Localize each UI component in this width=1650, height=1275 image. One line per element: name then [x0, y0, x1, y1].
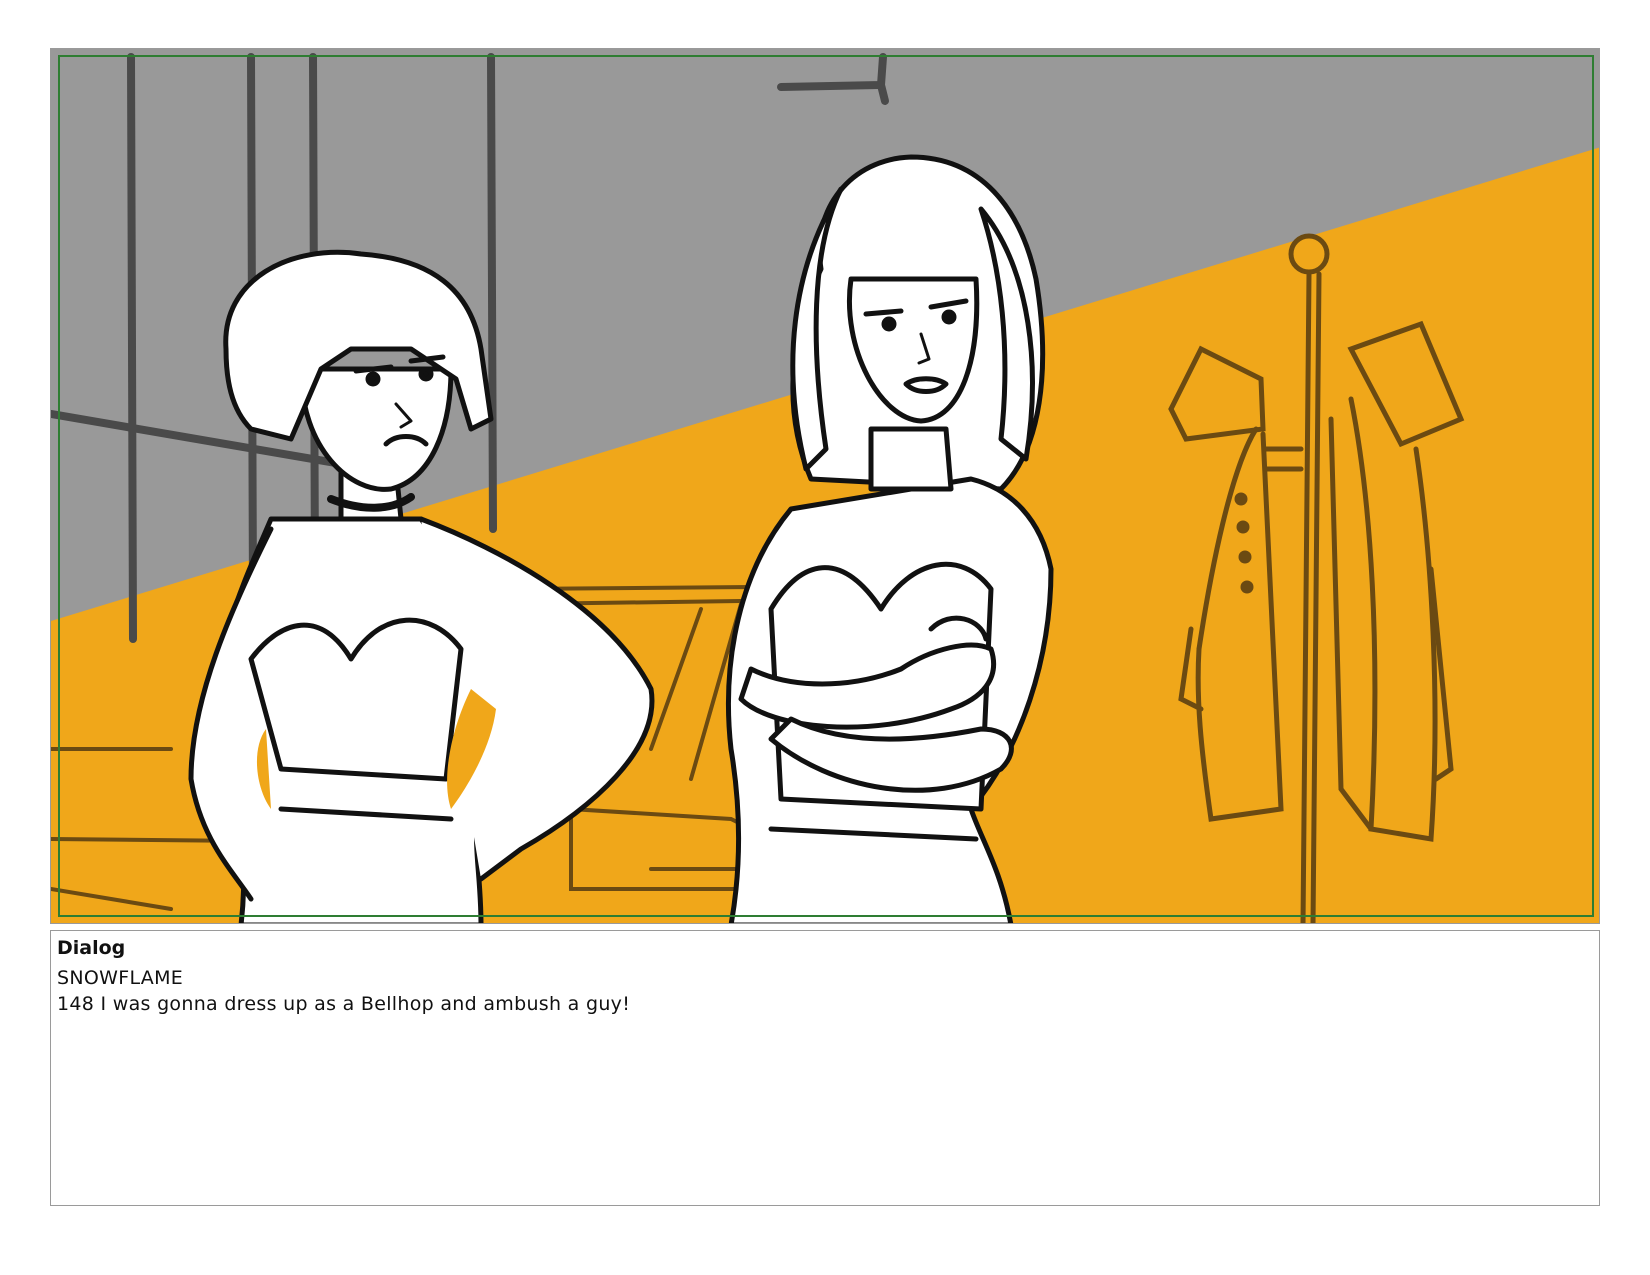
panel-artwork — [51, 49, 1599, 923]
dialog-character: SNOWFLAME — [57, 967, 184, 989]
dialog-line: 148 I was gonna dress up as a Bellhop an… — [57, 993, 631, 1015]
storyboard-panel — [50, 48, 1600, 924]
dialog-box: Dialog SNOWFLAME 148 I was gonna dress u… — [50, 930, 1600, 1206]
dialog-title: Dialog — [57, 937, 126, 959]
